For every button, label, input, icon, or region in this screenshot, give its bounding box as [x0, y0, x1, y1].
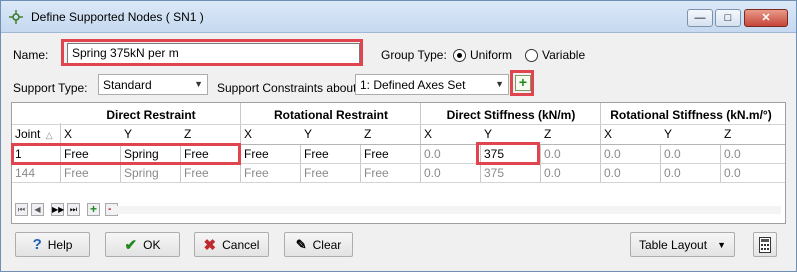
- group-header-direct-restraint: Direct Restraint: [106, 108, 196, 122]
- constraints-value: 1: Defined Axes Set: [360, 78, 466, 92]
- add-row-icon[interactable]: +: [87, 203, 100, 216]
- column-header: Y: [304, 127, 313, 141]
- column-header: X: [64, 127, 73, 141]
- table-cell[interactable]: 375: [481, 166, 541, 180]
- close-button[interactable]: ✕: [744, 9, 788, 27]
- table-cell[interactable]: 0.0: [421, 166, 481, 180]
- table-cell[interactable]: Free: [61, 166, 121, 180]
- grid-divider: [12, 182, 785, 183]
- add-axes-highlight: [510, 70, 534, 96]
- clear-button[interactable]: ✎ Clear: [284, 232, 353, 257]
- group-uniform-label: Uniform: [470, 48, 513, 62]
- table-cell[interactable]: Free: [241, 147, 301, 161]
- grid-divider: [720, 145, 721, 183]
- restraint-highlight: [11, 143, 241, 165]
- table-cell[interactable]: Free: [181, 166, 241, 180]
- constraints-select[interactable]: 1: Defined Axes Set ▼: [355, 74, 509, 95]
- calculator-button[interactable]: [753, 232, 777, 257]
- cancel-button-label: Cancel: [222, 237, 260, 252]
- horizontal-scrollbar[interactable]: [111, 206, 781, 214]
- grid-divider: [660, 145, 661, 183]
- table-cell[interactable]: Spring: [121, 166, 181, 180]
- maximize-button[interactable]: □: [715, 9, 741, 27]
- table-cell[interactable]: Free: [361, 166, 421, 180]
- grid-divider: [360, 145, 361, 183]
- table-layout-label: Table Layout: [639, 237, 708, 252]
- group-variable-label: Variable: [542, 48, 586, 62]
- support-type-label: Support Type:: [13, 81, 88, 95]
- next-record-icon[interactable]: ▶▶: [51, 203, 64, 216]
- group-header-direct-stiffness: Direct Stiffness (kN/m): [446, 108, 576, 122]
- column-header: X: [604, 127, 613, 141]
- group-type-label: Group Type:: [381, 48, 447, 62]
- name-highlight: [61, 39, 363, 66]
- table-cell[interactable]: Free: [301, 147, 361, 161]
- first-record-icon[interactable]: ⏮: [15, 203, 28, 216]
- name-label: Name:: [13, 48, 49, 62]
- column-header: Z: [544, 127, 552, 141]
- question-icon: ?: [32, 236, 42, 253]
- group-uniform-radio[interactable]: [453, 49, 466, 62]
- joint-cell[interactable]: 144: [12, 166, 57, 180]
- broom-icon: ✎: [295, 236, 307, 252]
- grid-divider: [300, 145, 301, 183]
- joint-header[interactable]: Joint △: [12, 127, 57, 141]
- minimize-button[interactable]: —: [687, 9, 713, 27]
- previous-record-icon[interactable]: ◀: [31, 203, 44, 216]
- column-header: Z: [184, 127, 192, 141]
- calculator-icon: [759, 236, 771, 253]
- chevron-down-icon: ▼: [194, 79, 203, 89]
- column-header: Y: [124, 127, 133, 141]
- title-bar: Define Supported Nodes ( SN1 ) — □ ✕: [1, 1, 796, 33]
- table-cell[interactable]: 0.0: [421, 147, 481, 161]
- node-support-icon: [9, 10, 23, 24]
- table-cell[interactable]: 0.0: [661, 147, 721, 161]
- table-cell[interactable]: 0.0: [721, 147, 781, 161]
- last-record-icon[interactable]: ⏭: [67, 203, 80, 216]
- table-cell[interactable]: 0.0: [661, 166, 721, 180]
- dialog-window: Define Supported Nodes ( SN1 ) — □ ✕ Nam…: [0, 0, 797, 272]
- table-cell[interactable]: Free: [241, 166, 301, 180]
- grid-divider: [420, 103, 421, 183]
- sort-icon: △: [45, 130, 53, 140]
- window-title: Define Supported Nodes ( SN1 ): [31, 10, 204, 24]
- clear-button-label: Clear: [312, 237, 342, 252]
- stiffness-highlight: [476, 142, 540, 165]
- table-cell[interactable]: 0.0: [601, 166, 661, 180]
- table-cell[interactable]: 0.0: [541, 166, 601, 180]
- support-type-select[interactable]: Standard ▼: [98, 74, 208, 95]
- table-cell[interactable]: Free: [301, 166, 361, 180]
- grid-divider: [12, 124, 785, 125]
- grid-divider: [540, 145, 541, 183]
- cancel-button[interactable]: ✖ Cancel: [194, 232, 269, 257]
- column-header: Z: [364, 127, 372, 141]
- table-layout-button[interactable]: Table Layout ▼: [630, 232, 735, 257]
- checkmark-icon: ✔: [124, 236, 138, 254]
- column-header: Y: [664, 127, 673, 141]
- column-header: Y: [484, 127, 493, 141]
- group-header-rotational-stiffness: Rotational Stiffness (kN.m/°): [610, 108, 772, 122]
- column-header: X: [244, 127, 253, 141]
- constraints-label: Support Constraints about:: [217, 81, 360, 95]
- support-type-value: Standard: [103, 78, 152, 92]
- ok-button-label: OK: [143, 237, 161, 252]
- ok-button[interactable]: ✔ OK: [105, 232, 180, 257]
- table-cell[interactable]: 0.0: [541, 147, 601, 161]
- chevron-down-icon: ▼: [495, 79, 504, 89]
- column-header: X: [424, 127, 433, 141]
- joint-header-label: Joint: [15, 127, 41, 141]
- table-cell[interactable]: 0.0: [601, 147, 661, 161]
- table-cell[interactable]: 0.0: [721, 166, 781, 180]
- group-variable-radio[interactable]: [525, 49, 538, 62]
- grid-divider: [600, 103, 601, 183]
- x-icon: ✖: [203, 236, 217, 254]
- group-header-rotational-restraint: Rotational Restraint: [273, 108, 388, 122]
- help-button-label: Help: [47, 237, 73, 252]
- column-header: Z: [724, 127, 732, 141]
- table-cell[interactable]: Free: [361, 147, 421, 161]
- chevron-down-icon: ▼: [717, 239, 726, 250]
- help-button[interactable]: ? Help: [15, 232, 90, 257]
